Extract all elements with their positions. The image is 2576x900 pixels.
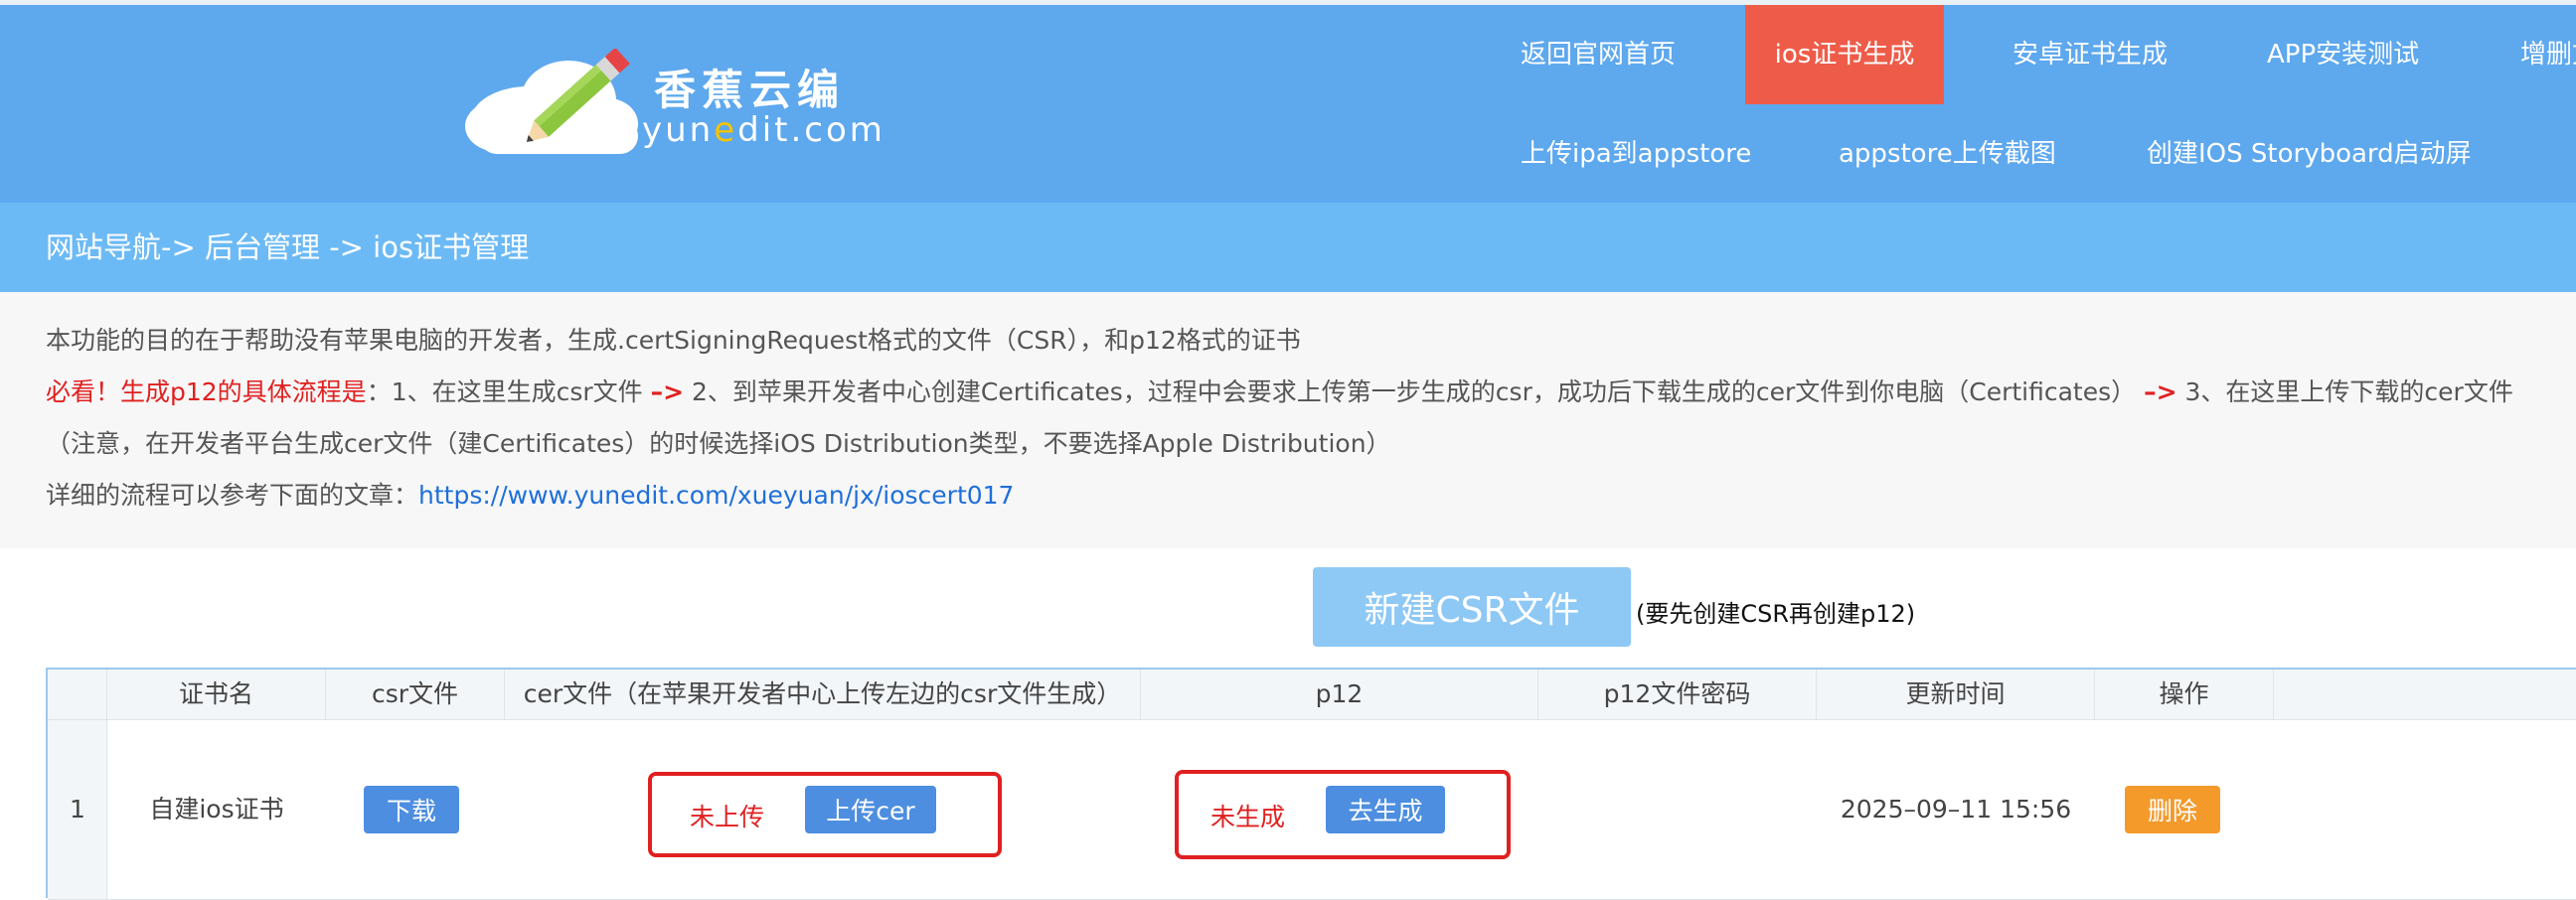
info-process: 必看！生成p12的具体流程是：1、在这里生成csr文件 –> 2、到苹果开发者中… — [46, 375, 2513, 409]
cert-table: 证书名 csr文件 cer文件（在苹果开发者中心上传左边的csr文件生成） p1… — [46, 668, 2576, 900]
header-p12: p12 — [1141, 670, 1538, 719]
info-step-3: 3、在这里上传下载的cer文件 — [2184, 377, 2513, 406]
arrow-icon: –> — [650, 377, 685, 406]
info-panel: 本功能的目的在于帮助没有苹果电脑的开发者，生成.certSigningReque… — [0, 292, 2576, 548]
upload-cer-button[interactable]: 上传cer — [805, 786, 936, 833]
nav-appstore-screenshots[interactable]: appstore上传截图 — [1839, 104, 2056, 204]
csr-hint: (要先创建CSR再创建p12) — [1636, 600, 1916, 628]
cloud-pencil-icon — [465, 49, 638, 154]
info-reference-link[interactable]: https://www.yunedit.com/xueyuan/jx/iosce… — [418, 481, 1014, 510]
info-reference: 详细的流程可以参考下面的文章：https://www.yunedit.com/x… — [46, 479, 1014, 513]
new-csr-button[interactable]: 新建CSR文件 — [1313, 567, 1631, 647]
row-index: 1 — [70, 795, 85, 824]
nav-android-cert[interactable]: 安卓证书生成 — [2012, 5, 2168, 104]
breadcrumb: 网站导航-> 后台管理 -> ios证书管理 — [46, 230, 530, 264]
generate-p12-button[interactable]: 去生成 — [1326, 786, 1445, 833]
table-row: 1 自建ios证书 下载 未上传 上传cer 未生成 去生成 2025–09–1… — [48, 720, 2576, 900]
header-p12-password: p12文件密码 — [1538, 670, 1817, 719]
site-header: 香蕉云编 yunedit.com 返回官网首页 ios证书生成 安卓证书生成 A… — [0, 0, 2576, 203]
info-note: （注意，在开发者平台生成cer文件（建Certificates）的时候选择iOS… — [46, 429, 1391, 458]
header-updated: 更新时间 — [1817, 670, 2095, 719]
header-actions: 操作 — [2095, 670, 2274, 719]
p12-status: 未生成 — [1210, 803, 1286, 831]
header-cert-name: 证书名 — [107, 670, 326, 719]
cer-status: 未上传 — [690, 803, 765, 831]
nav-ios-cert[interactable]: ios证书生成 — [1745, 5, 1944, 104]
nav-home[interactable]: 返回官网首页 — [1521, 5, 1676, 104]
nav-app-install-test[interactable]: APP安装测试 — [2267, 5, 2419, 104]
header-csr-file: csr文件 — [326, 670, 505, 719]
header-index — [48, 670, 107, 719]
arrow-icon: –> — [2144, 377, 2177, 406]
updated-time: 2025–09–11 15:56 — [1840, 795, 2072, 824]
info-step-2: 2、到苹果开发者中心创建Certificates，过程中会要求上传第一步生成的c… — [692, 377, 2137, 406]
info-step-1: ：1、在这里生成csr文件 — [366, 377, 643, 406]
logo-english-name: yunedit.com — [642, 110, 886, 150]
cert-name: 自建ios证书 — [149, 795, 284, 824]
delete-button[interactable]: 删除 — [2125, 786, 2220, 833]
logo-chinese-name: 香蕉云编 — [654, 66, 846, 114]
info-purpose: 本功能的目的在于帮助没有苹果电脑的开发者，生成.certSigningReque… — [46, 326, 1301, 355]
nav-upload-ipa[interactable]: 上传ipa到appstore — [1521, 104, 1751, 204]
nav-overflow-item[interactable]: 增删文 — [2520, 5, 2576, 104]
nav-storyboard-launch[interactable]: 创建IOS Storyboard启动屏 — [2147, 104, 2472, 204]
table-header: 证书名 csr文件 cer文件（在苹果开发者中心上传左边的csr文件生成） p1… — [48, 670, 2576, 720]
info-must-read: 必看！生成p12的具体流程是 — [46, 377, 367, 406]
header-cer-file: cer文件（在苹果开发者中心上传左边的csr文件生成） — [505, 670, 1141, 719]
download-csr-button[interactable]: 下载 — [364, 786, 459, 833]
breadcrumb-bar: 网站导航-> 后台管理 -> ios证书管理 — [0, 203, 2576, 292]
p12-password — [1538, 720, 1817, 899]
row-index-cell: 1 — [48, 720, 107, 899]
site-logo[interactable]: 香蕉云编 yunedit.com — [459, 49, 883, 168]
info-reference-label: 详细的流程可以参考下面的文章： — [46, 481, 419, 510]
